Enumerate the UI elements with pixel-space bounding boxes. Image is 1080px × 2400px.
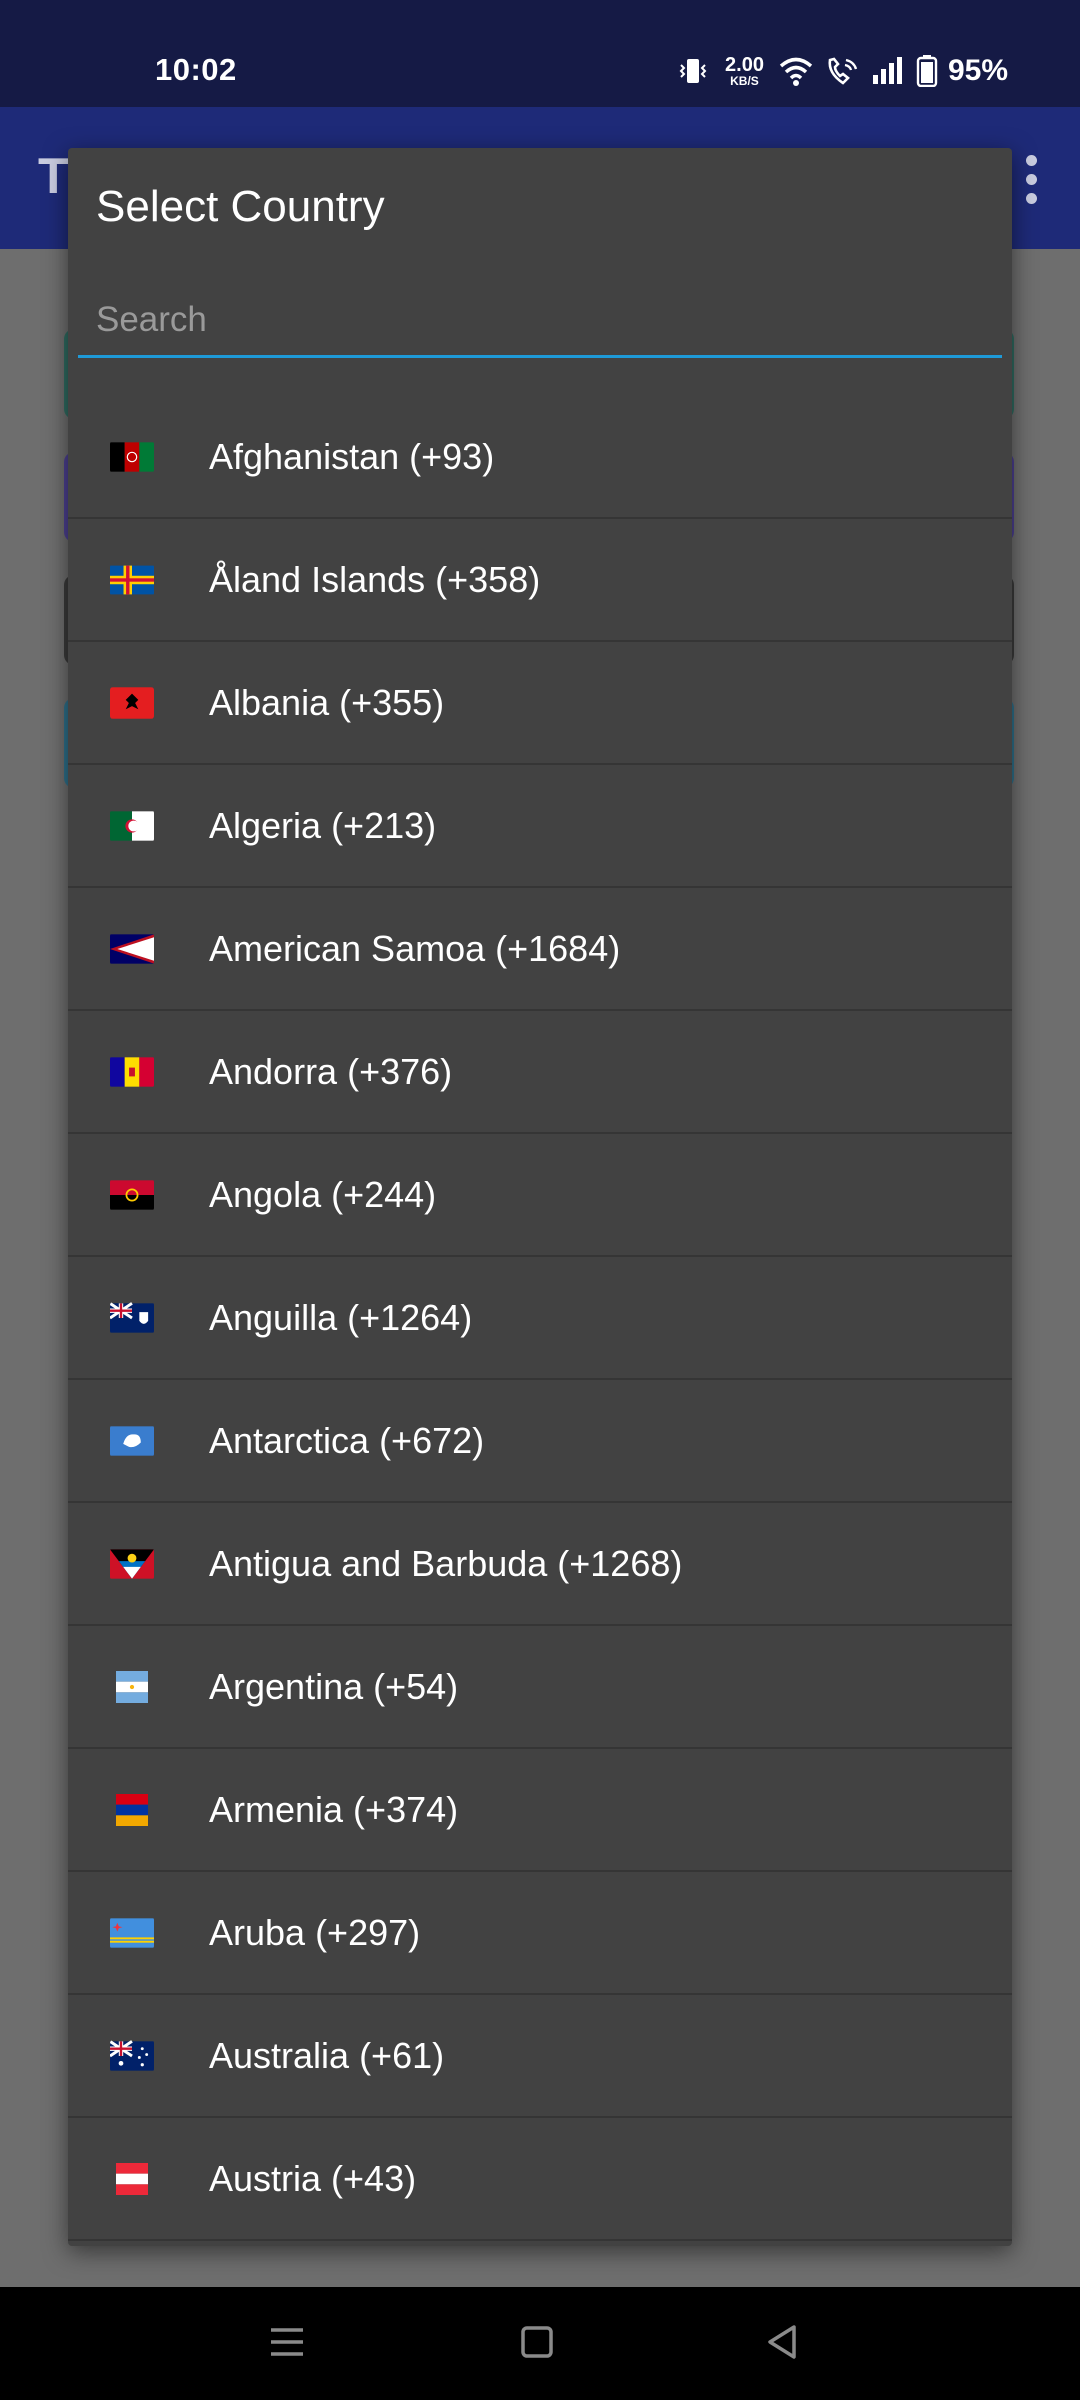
back-icon[interactable] [758, 2317, 808, 2367]
country-item-australia[interactable]: Australia (+61) [68, 1995, 1012, 2118]
wifi-call-icon [824, 55, 860, 87]
net-speed: 2.00 KB/S [725, 55, 764, 87]
country-item-antarctica[interactable]: Antarctica (+672) [68, 1380, 1012, 1503]
app-title: T [38, 148, 69, 204]
country-label: Aruba (+297) [209, 1911, 421, 1953]
battery-percent: 95% [947, 54, 1008, 87]
status-time: 10:02 [155, 52, 237, 87]
overflow-menu-icon[interactable] [1026, 155, 1038, 211]
country-item-albania[interactable]: Albania (+355) [68, 642, 1012, 765]
country-label: Åland Islands (+358) [209, 558, 541, 600]
search-field [78, 288, 1002, 358]
flag-antarctica-icon [110, 1425, 154, 1457]
home-icon[interactable] [512, 2317, 562, 2367]
country-label: Antigua and Barbuda (+1268) [209, 1542, 683, 1584]
menu-icon[interactable] [262, 2317, 312, 2367]
country-item-algeria[interactable]: Algeria (+213) [68, 765, 1012, 888]
flag-anguilla-icon [110, 1302, 154, 1334]
country-label: Afghanistan (+93) [209, 435, 495, 477]
flag-armenia-icon [110, 1794, 154, 1826]
flag-angola-icon [110, 1179, 154, 1211]
country-label: Angola (+244) [209, 1173, 437, 1215]
flag-aland-islands-icon [110, 564, 154, 596]
country-item-aland-islands[interactable]: Åland Islands (+358) [68, 519, 1012, 642]
country-list[interactable]: Afghanistan (+93) Åland Islands (+358) A… [68, 396, 1012, 2241]
select-country-dialog: Select Country Afghanistan (+93) Åland I… [68, 148, 1012, 2246]
country-item-angola[interactable]: Angola (+244) [68, 1134, 1012, 1257]
signal-icon [870, 55, 906, 87]
country-label: Australia (+61) [209, 2034, 445, 2076]
flag-american-samoa-icon [110, 933, 154, 965]
country-label: American Samoa (+1684) [209, 927, 621, 969]
country-item-andorra[interactable]: Andorra (+376) [68, 1011, 1012, 1134]
country-label: Andorra (+376) [209, 1050, 453, 1092]
country-item-antigua-and-barbuda[interactable]: Antigua and Barbuda (+1268) [68, 1503, 1012, 1626]
flag-antigua-and-barbuda-icon [110, 1548, 154, 1580]
net-speed-unit: KB/S [730, 74, 759, 88]
country-label: Algeria (+213) [209, 804, 437, 846]
country-item-argentina[interactable]: Argentina (+54) [68, 1626, 1012, 1749]
wifi-icon [778, 55, 814, 87]
flag-australia-icon [110, 2040, 154, 2072]
country-item-anguilla[interactable]: Anguilla (+1264) [68, 1257, 1012, 1380]
country-label: Armenia (+374) [209, 1788, 459, 1830]
country-label: Argentina (+54) [209, 1665, 459, 1707]
net-speed-value: 2.00 [725, 54, 764, 76]
vibrate-icon [675, 55, 711, 87]
country-item-afghanistan[interactable]: Afghanistan (+93) [68, 396, 1012, 519]
country-label: Anguilla (+1264) [209, 1296, 473, 1338]
battery-icon [916, 55, 938, 88]
flag-algeria-icon [110, 810, 154, 842]
dialog-title: Select Country [96, 182, 385, 231]
navigation-bar [0, 2287, 1080, 2400]
flag-albania-icon [110, 687, 154, 719]
search-input[interactable] [78, 288, 1002, 355]
flag-aruba-icon [110, 1917, 154, 1949]
country-label: Albania (+355) [209, 681, 445, 723]
status-bar: 10:02 2.00 KB/S 95% [0, 0, 1080, 107]
country-label: Antarctica (+672) [209, 1419, 485, 1461]
flag-afghanistan-icon [110, 441, 154, 473]
country-label: Austria (+43) [209, 2157, 417, 2199]
country-item-austria[interactable]: Austria (+43) [68, 2118, 1012, 2241]
country-item-aruba[interactable]: Aruba (+297) [68, 1872, 1012, 1995]
status-icons: 2.00 KB/S 95% [675, 54, 1008, 88]
flag-andorra-icon [110, 1056, 154, 1088]
country-item-armenia[interactable]: Armenia (+374) [68, 1749, 1012, 1872]
flag-austria-icon [110, 2163, 154, 2195]
flag-argentina-icon [110, 1671, 154, 1703]
country-item-american-samoa[interactable]: American Samoa (+1684) [68, 888, 1012, 1011]
